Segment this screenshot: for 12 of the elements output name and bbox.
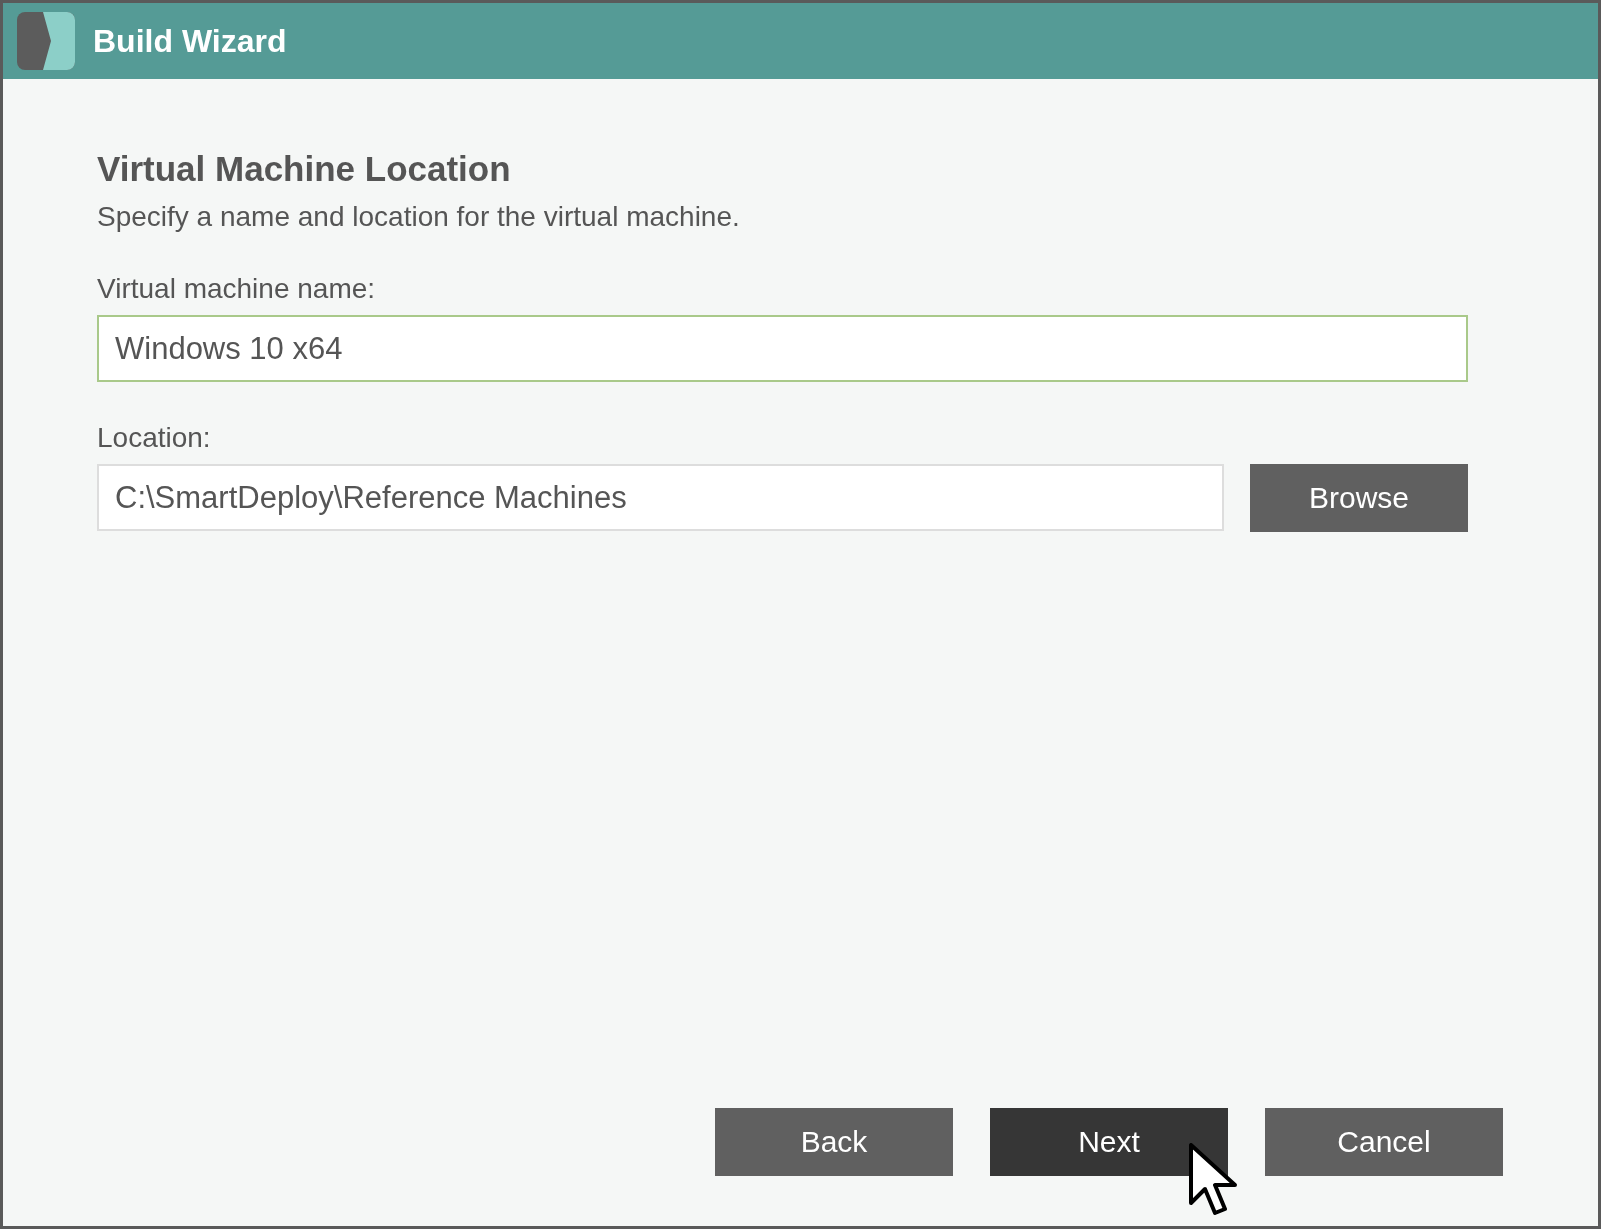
- text-field[interactable]: Windows 10 x64: [97, 315, 1468, 382]
- field-label: Virtual machine name:: [97, 273, 377, 305]
- window-title: Build Wizard: [93, 22, 287, 60]
- page-heading: Virtual Machine Location: [97, 149, 512, 189]
- chevron-logo-icon: [17, 12, 75, 70]
- wizard-button[interactable]: Next: [990, 1108, 1228, 1176]
- field-label: Location:: [97, 422, 212, 454]
- wizard-button[interactable]: Back: [715, 1108, 953, 1176]
- wizard-button[interactable]: Cancel: [1265, 1108, 1503, 1176]
- browse-button[interactable]: Browse: [1250, 464, 1468, 532]
- text-field[interactable]: C:\SmartDeploy\Reference Machines: [97, 464, 1224, 531]
- page-description: Specify a name and location for the virtual machine.: [97, 201, 741, 233]
